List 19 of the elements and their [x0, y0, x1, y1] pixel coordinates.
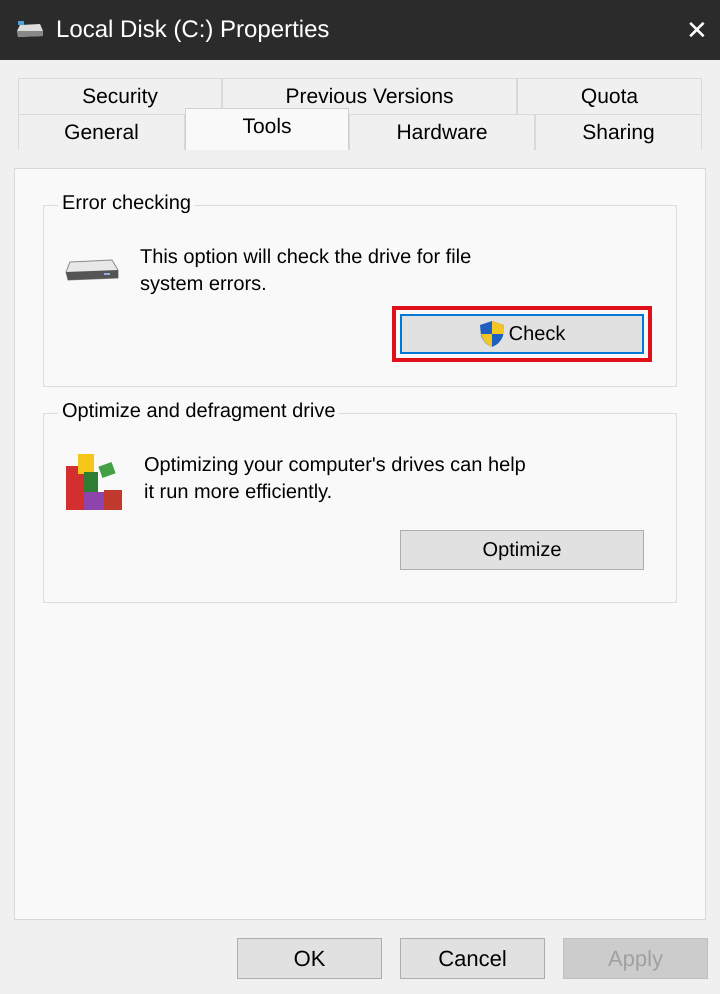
tab[interactable]: General	[18, 114, 185, 150]
tab[interactable]: Security	[18, 78, 222, 114]
window-title: Local Disk (C:) Properties	[56, 16, 330, 44]
description: Optimizing your computer's drives can help it run more efficiently.	[144, 453, 527, 505]
group-title: Optimize and defragment drive	[58, 400, 340, 423]
group-title: Error checking	[58, 192, 195, 215]
drive-icon	[16, 21, 44, 39]
action-button[interactable]: Optimize	[400, 530, 644, 570]
tab[interactable]: Sharing	[535, 114, 702, 150]
dialog-button[interactable]: OK	[237, 938, 382, 979]
tab[interactable]: Tools	[185, 108, 349, 150]
tab[interactable]: Previous Versions	[222, 78, 517, 114]
tab[interactable]: Hardware	[349, 114, 535, 150]
tab[interactable]: Quota	[517, 78, 702, 114]
dialog-button[interactable]: Cancel	[400, 938, 545, 979]
close-button[interactable]: ✕	[686, 14, 708, 46]
action-button[interactable]: Check	[400, 314, 644, 354]
description: This option will check the drive for file system errors.	[140, 245, 472, 297]
shield-icon	[478, 320, 505, 348]
